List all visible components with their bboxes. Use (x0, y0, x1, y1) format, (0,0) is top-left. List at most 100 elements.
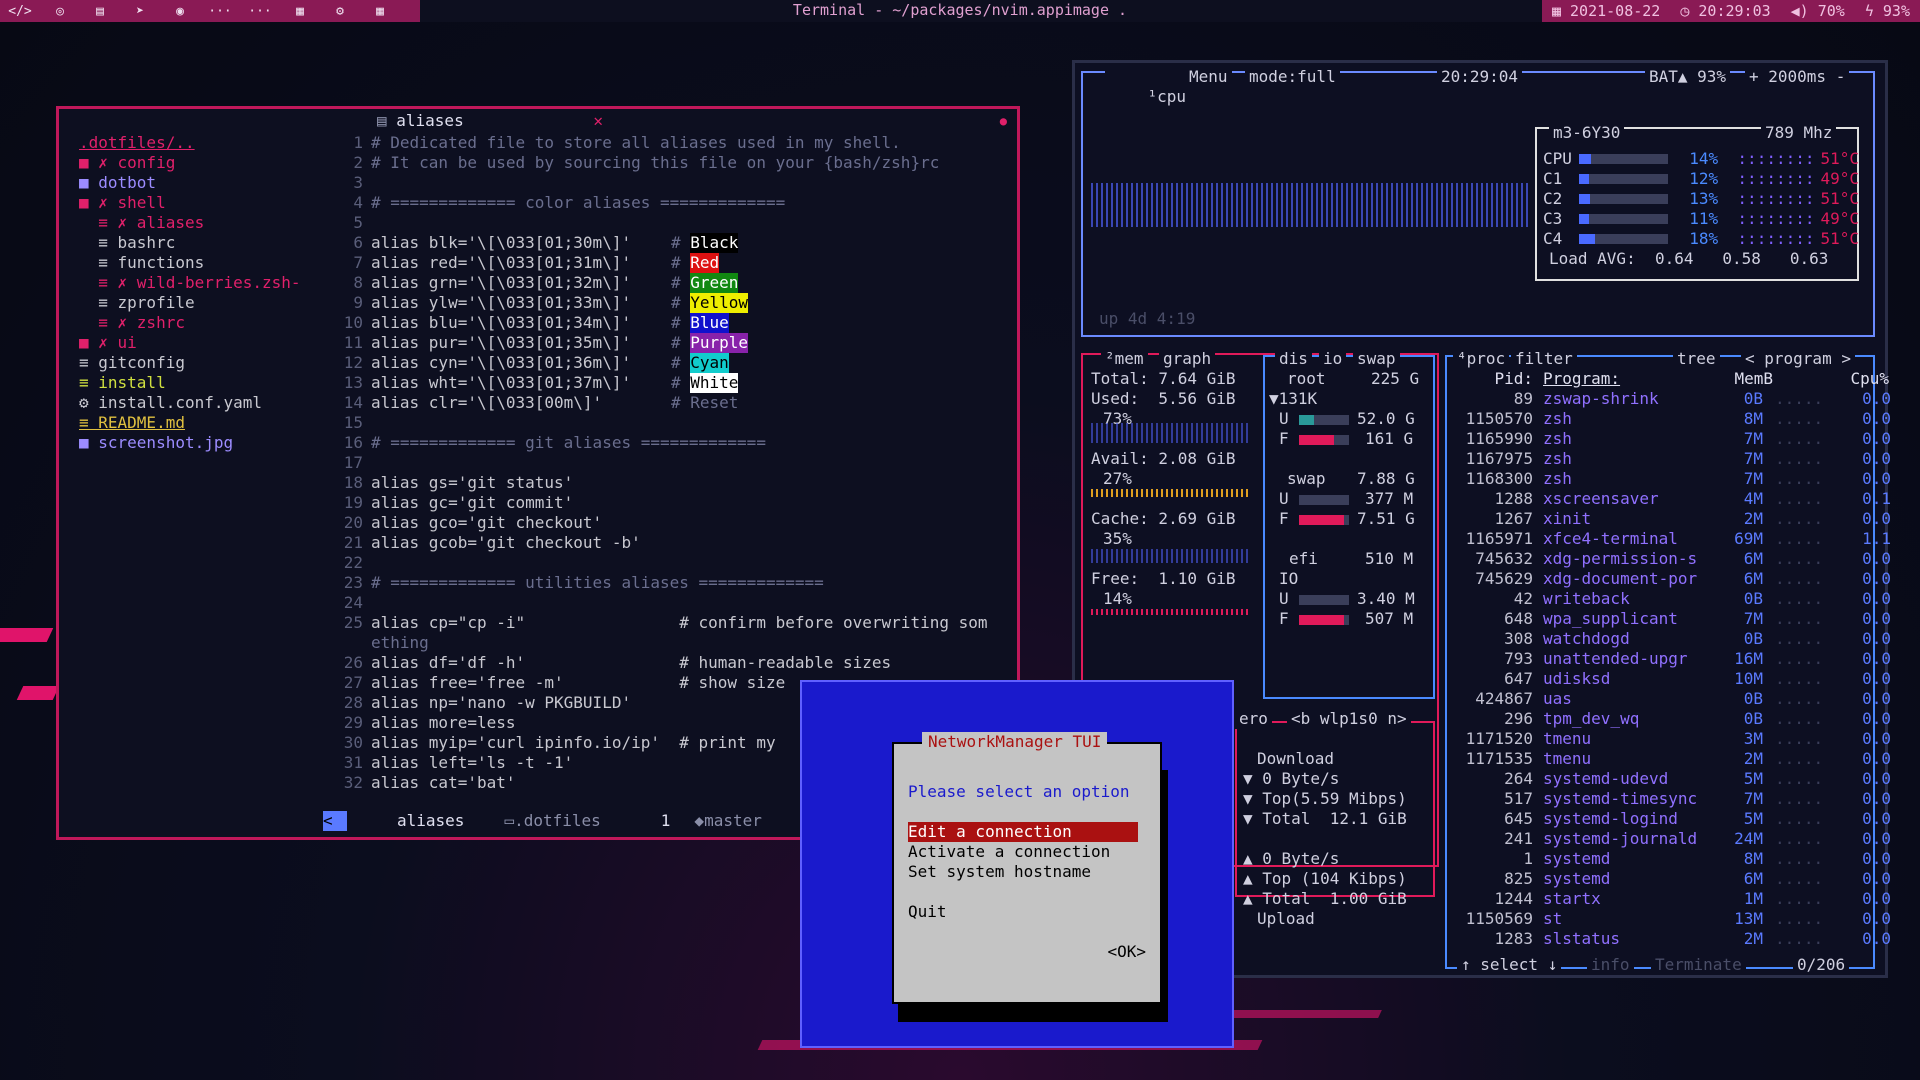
mode-label[interactable]: mode:full (1245, 67, 1340, 87)
process-row[interactable]: 296 tpm_dev_wq 0B..... 0.0 (1451, 709, 1891, 729)
proc-filter[interactable]: filter (1511, 349, 1577, 369)
option-set-hostname[interactable]: Set system hostname (908, 862, 1091, 882)
quit-button[interactable]: Quit (908, 902, 947, 922)
code-line[interactable]: ething (329, 633, 1019, 653)
ok-button[interactable]: <OK> (1107, 942, 1146, 962)
process-row[interactable]: 424867 uas 0B..... 0.0 (1451, 689, 1891, 709)
option-activate-connection[interactable]: Activate a connection (908, 842, 1110, 862)
tree-item[interactable]: ≡ README.md (79, 413, 319, 433)
process-row[interactable]: 1168300 zsh 7M..... 0.0 (1451, 469, 1891, 489)
volume-icon[interactable]: ◀) 70% (1781, 2, 1855, 20)
proc-terminate-button[interactable]: Terminate (1651, 955, 1746, 975)
process-row[interactable]: 517 systemd-timesync 7M..... 0.0 (1451, 789, 1891, 809)
process-row[interactable]: 264 systemd-udevd 5M..... 0.0 (1451, 769, 1891, 789)
code-line[interactable]: 12 alias cyn='\[\033[01;36m\]' # Cyan (329, 353, 1019, 373)
process-list[interactable]: 89 zswap-shrink 0B..... 0.0 1150570 zsh 8M....… (1451, 389, 1891, 949)
tree-item[interactable]: ≡ ✗ aliases (79, 213, 319, 233)
code-line[interactable]: 14 alias clr='\[\033[00m\]' # Reset (329, 393, 1019, 413)
net-iface[interactable]: <b wlp1s0 n> (1287, 709, 1411, 729)
code-line[interactable]: 6 alias blk='\[\033[01;30m\]' # Black (329, 233, 1019, 253)
code-line[interactable]: 21 alias gcob='git checkout -b' (329, 533, 1019, 553)
proc-select[interactable]: ↑ select ↓ (1457, 955, 1562, 975)
tree-item[interactable]: ≡ ✗ zshrc (79, 313, 319, 333)
proc-sort[interactable]: < program > (1741, 349, 1855, 369)
proc-tree-toggle[interactable]: tree (1673, 349, 1720, 369)
nmtui-window[interactable]: NetworkManager TUI Please select an opti… (800, 680, 1234, 1048)
option-edit-connection[interactable]: Edit a connection (908, 822, 1138, 842)
code-line[interactable]: 9 alias ylw='\[\033[01;33m\]' # Yellow (329, 293, 1019, 313)
code-line[interactable]: 13 alias wht='\[\033[01;37m\]' # White (329, 373, 1019, 393)
process-row[interactable]: 89 zswap-shrink 0B..... 0.0 (1451, 389, 1891, 409)
process-row[interactable]: 1165990 zsh 7M..... 0.0 (1451, 429, 1891, 449)
tree-item[interactable]: ■ ✗ shell (79, 193, 319, 213)
tree-item[interactable]: ≡ gitconfig (79, 353, 319, 373)
process-row[interactable]: 825 systemd 6M..... 0.0 (1451, 869, 1891, 889)
col-pid[interactable]: Pid: (1451, 369, 1533, 389)
tree-item[interactable]: ⚙ install.conf.yaml (79, 393, 319, 413)
code-line[interactable]: 5 (329, 213, 1019, 233)
process-row[interactable]: 308 watchdogd 0B..... 0.0 (1451, 629, 1891, 649)
code-line[interactable]: 22 (329, 553, 1019, 573)
process-row[interactable]: 745629 xdg-document-por 6M..... 0.0 (1451, 569, 1891, 589)
tab-aliases[interactable]: ▤ aliases ✕ (377, 111, 603, 131)
close-window-icon[interactable]: ● (1000, 111, 1007, 131)
code-line[interactable]: 17 (329, 453, 1019, 473)
code-line[interactable]: 8 alias grn='\[\033[01;32m\]' # Green (329, 273, 1019, 293)
code-line[interactable]: 4 # ============= color aliases =========… (329, 193, 1019, 213)
process-row[interactable]: 1267 xinit 2M..... 0.0 (1451, 509, 1891, 529)
process-row[interactable]: 645 systemd-logind 5M..... 0.0 (1451, 809, 1891, 829)
process-row[interactable]: 1288 xscreensaver 4M..... 0.1 (1451, 489, 1891, 509)
tree-item[interactable]: ■ dotbot (79, 173, 319, 193)
process-row[interactable]: 1244 startx 1M..... 0.0 (1451, 889, 1891, 909)
tree-item[interactable]: ≡ bashrc (79, 233, 319, 253)
code-line[interactable]: 19 alias gc='git commit' (329, 493, 1019, 513)
process-row[interactable]: 241 systemd-journald 24M..... 0.0 (1451, 829, 1891, 849)
process-row[interactable]: 648 wpa_supplicant 7M..... 0.0 (1451, 609, 1891, 629)
disk-io-label[interactable]: io (1319, 349, 1347, 369)
process-row[interactable]: 42 writeback 0B..... 0.0 (1451, 589, 1891, 609)
nmtui-dialog[interactable]: NetworkManager TUI Please select an opti… (892, 732, 1162, 1004)
process-row[interactable]: 1150570 zsh 8M..... 0.0 (1451, 409, 1891, 429)
process-row[interactable]: 1167975 zsh 7M..... 0.0 (1451, 449, 1891, 469)
disk-swap-label[interactable]: swap (1353, 349, 1400, 369)
process-row[interactable]: 745632 xdg-permission-s 6M..... 0.0 (1451, 549, 1891, 569)
col-cpu[interactable]: Cpu% (1833, 369, 1889, 389)
tree-item[interactable]: .dotfiles/.. (79, 133, 319, 153)
tree-item[interactable]: ■ ✗ ui (79, 333, 319, 353)
mem-graph-label[interactable]: graph (1159, 349, 1216, 369)
code-line[interactable]: 1 # Dedicated file to store all aliases u… (329, 133, 1019, 153)
process-row[interactable]: 1 systemd 8M..... 0.0 (1451, 849, 1891, 869)
code-line[interactable]: 18 alias gs='git status' (329, 473, 1019, 493)
process-row[interactable]: 793 unattended-upgr 16M..... 0.0 (1451, 649, 1891, 669)
proc-info-button[interactable]: info (1587, 955, 1634, 975)
code-line[interactable]: 16 # ============= git aliases ==========… (329, 433, 1019, 453)
code-line[interactable]: 11 alias pur='\[\033[01;35m\]' # Purple (329, 333, 1019, 353)
code-line[interactable]: 23 # ============= utilities aliases ====… (329, 573, 1019, 593)
code-line[interactable]: 10 alias blu='\[\033[01;34m\]' # Blue (329, 313, 1019, 333)
process-row[interactable]: 1150569 st 13M..... 0.0 (1451, 909, 1891, 929)
code-line[interactable]: 3 (329, 173, 1019, 193)
tree-item[interactable]: ≡ ✗ wild-berries.zsh- (79, 273, 319, 293)
menu-button[interactable]: Menu (1185, 67, 1232, 87)
process-row[interactable]: 1171535 tmenu 2M..... 0.0 (1451, 749, 1891, 769)
tree-item[interactable]: ≡ functions (79, 253, 319, 273)
process-row[interactable]: 1283 slstatus 2M..... 0.0 (1451, 929, 1891, 949)
code-line[interactable]: 2 # It can be used by sourcing this file … (329, 153, 1019, 173)
code-line[interactable]: 26 alias df='df -h' # human-readable size… (329, 653, 1019, 673)
tree-item[interactable]: ≡ zprofile (79, 293, 319, 313)
col-mem[interactable]: MemB (1733, 369, 1773, 389)
process-row[interactable]: 1171520 tmenu 3M..... 0.0 (1451, 729, 1891, 749)
tree-item[interactable]: ■ ✗ config (79, 153, 319, 173)
code-line[interactable]: 20 alias gco='git checkout' (329, 513, 1019, 533)
file-tree[interactable]: .dotfiles/.. ■ ✗ config ■ dotbot ■ ✗ shell … (79, 133, 319, 453)
code-line[interactable]: 25 alias cp="cp -i" # confirm before over… (329, 613, 1019, 633)
code-line[interactable]: 24 (329, 593, 1019, 613)
code-line[interactable]: 7 alias red='\[\033[01;31m\]' # Red (329, 253, 1019, 273)
tree-item[interactable]: ■ screenshot.jpg (79, 433, 319, 453)
code-line[interactable]: 15 (329, 413, 1019, 433)
process-row[interactable]: 647 udisksd 10M..... 0.0 (1451, 669, 1891, 689)
tree-item[interactable]: ≡ install (79, 373, 319, 393)
close-tab-icon[interactable]: ✕ (593, 111, 603, 130)
process-row[interactable]: 1165971 xfce4-terminal 69M..... 1.1 (1451, 529, 1891, 549)
interval-label[interactable]: + 2000ms - (1745, 67, 1850, 87)
